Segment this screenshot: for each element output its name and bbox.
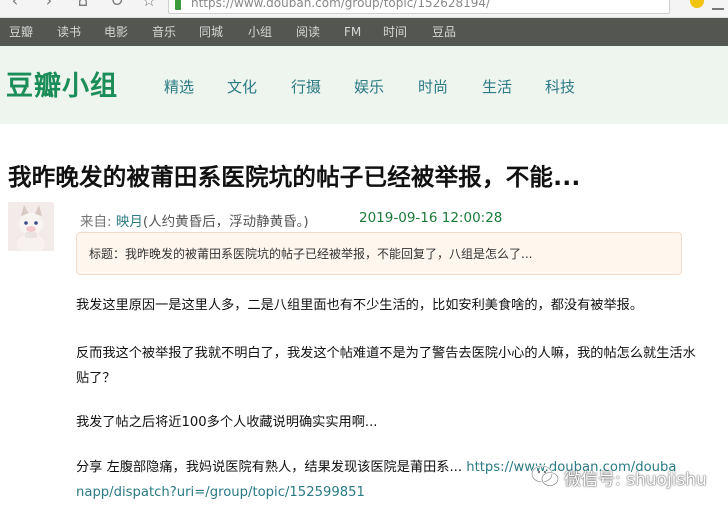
browser-toolbar: ‹ › ⌂ ↻ ☆ https://www.douban.com/group/t… — [0, 0, 728, 18]
nav-item-time[interactable]: 时间 — [383, 18, 407, 46]
share-text: 左腹部隐痛，我妈说医院有熟人，结果发现该医院是莆田系... — [106, 460, 467, 475]
browser-menu-icon[interactable] — [712, 0, 724, 10]
wechat-icon — [531, 465, 559, 487]
bookmark-star-icon[interactable]: ☆ — [140, 0, 158, 10]
back-icon[interactable]: ‹ — [6, 0, 24, 10]
group-logo[interactable]: 豆瓣小组 — [6, 64, 118, 103]
address-bar[interactable]: https://www.douban.com/group/topic/15262… — [168, 0, 670, 14]
category-featured[interactable]: 精选 — [164, 76, 194, 97]
cat-avatar-icon — [8, 202, 54, 251]
nav-item-music[interactable]: 音乐 — [152, 18, 176, 46]
from-label: 来自: — [80, 214, 116, 230]
topic-title-text: 标题：我昨晚发的被莆田系医院坑的帖子已经被举报，不能回复了，八组是怎么了... — [89, 247, 533, 261]
category-life[interactable]: 生活 — [482, 76, 512, 97]
category-culture[interactable]: 文化 — [227, 76, 257, 97]
paragraph-2: 反而我这个被举报了我就不明白了，我发这个帖难道不是为了警告去医院小心的人嘛，我的… — [76, 346, 696, 386]
nav-item-douban[interactable]: 豆瓣 — [9, 18, 33, 46]
extension-icon[interactable] — [690, 0, 704, 8]
category-fashion[interactable]: 时尚 — [418, 76, 448, 97]
share-prefix: 分享 — [76, 460, 107, 475]
nav-item-groups[interactable]: 小组 — [248, 18, 272, 46]
author-avatar[interactable] — [8, 202, 54, 251]
nav-item-fm[interactable]: FM — [344, 18, 361, 46]
secure-lock-icon — [175, 0, 181, 10]
author-name[interactable]: 映月 — [116, 214, 143, 230]
nav-item-local[interactable]: 同城 — [199, 18, 223, 46]
reload-icon[interactable]: ↻ — [108, 0, 126, 10]
author-signature: (人约黄昏后，浮动静黄昏。) — [142, 214, 309, 230]
forward-icon[interactable]: › — [40, 0, 58, 10]
watermark-text: 微信号: shuojishu — [564, 470, 707, 490]
paragraph-3: 我发了帖之后将近100多个人收藏说明确实实用啊... — [76, 415, 378, 430]
topic-title-box: 标题：我昨晚发的被莆田系医院坑的帖子已经被举报，不能回复了，八组是怎么了... — [76, 232, 682, 275]
global-nav: 豆瓣 读书 电影 音乐 同城 小组 阅读 FM 时间 豆品 — [0, 18, 728, 46]
nav-item-movies[interactable]: 电影 — [104, 18, 128, 46]
wechat-watermark: 微信号: shuojishu — [522, 455, 722, 499]
post-title: 我昨晚发的被莆田系医院坑的帖子已经被举报，不能... — [8, 163, 581, 191]
category-travel[interactable]: 行摄 — [291, 76, 321, 97]
url-text: https://www.douban.com/group/topic/15262… — [191, 0, 491, 10]
home-icon[interactable]: ⌂ — [74, 0, 92, 10]
paragraph-1: 我发这里原因一是这里人多，二是八组里面也有不少生活的，比如安利美食啥的，都没有被… — [76, 298, 644, 313]
post-time: 2019-09-16 12:00:28 — [359, 210, 503, 226]
nav-item-read[interactable]: 阅读 — [296, 18, 320, 46]
nav-item-market[interactable]: 豆品 — [432, 18, 456, 46]
nav-item-books[interactable]: 读书 — [57, 18, 81, 46]
group-header: 豆瓣小组 精选 文化 行摄 娱乐 时尚 生活 科技 — [0, 46, 728, 124]
category-entertain[interactable]: 娱乐 — [354, 76, 384, 97]
post-meta: 来自: 映月(人约黄昏后，浮动静黄昏。) — [80, 210, 309, 230]
category-tech[interactable]: 科技 — [545, 76, 575, 97]
